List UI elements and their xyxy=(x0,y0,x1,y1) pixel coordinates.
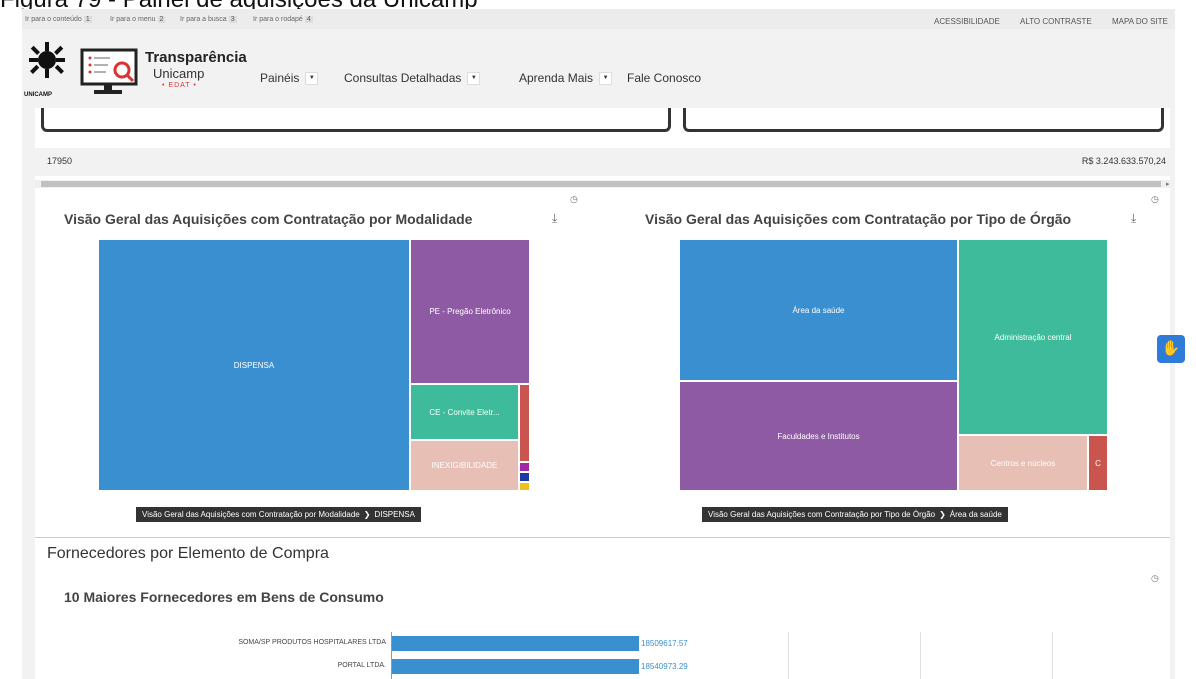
gridline xyxy=(920,632,921,679)
treemap-tile-small-yellow[interactable] xyxy=(519,482,530,491)
nav-fale-conosco[interactable]: Fale Conosco xyxy=(627,71,701,85)
chevron-down-icon: ▼ xyxy=(467,72,481,86)
treemap-tile-centros-nucleos[interactable]: Centros e núcleos xyxy=(958,435,1088,491)
horizontal-scrollbar[interactable] xyxy=(35,180,1170,188)
section-title: Fornecedores por Elemento de Compra xyxy=(47,545,329,562)
section-divider xyxy=(35,537,1170,538)
card-right-bottom xyxy=(683,108,1164,132)
gridline xyxy=(788,632,789,679)
chevron-right-icon: ❯ xyxy=(363,510,371,519)
nav-aprenda-mais[interactable]: Aprenda Mais ▼ xyxy=(519,71,613,86)
treemap-tile-faculdades[interactable]: Faculdades e Institutos xyxy=(679,381,958,491)
bar-label: PORTAL LTDA. xyxy=(337,662,386,669)
nav-paineis[interactable]: Painéis ▼ xyxy=(260,71,319,86)
monitor-magnifier-icon xyxy=(80,48,140,96)
summary-count: 17950 xyxy=(47,156,73,166)
clock-icon: ◷ xyxy=(1151,573,1159,583)
unicamp-logo-icon[interactable] xyxy=(28,41,66,79)
clock-icon: ◷ xyxy=(1151,194,1159,204)
high-contrast-link[interactable]: ALTO CONTRASTE xyxy=(1020,17,1092,26)
main-content: 17950 R$ 3.243.633.570,24 ◂ ▸ Visão Gera… xyxy=(35,108,1170,679)
bar-value-label: 18509617.57 xyxy=(641,639,688,648)
chart-title: 10 Maiores Fornecedores em Bens de Consu… xyxy=(64,589,384,605)
treemap-tile-administracao-central[interactable]: Administração central xyxy=(958,239,1108,435)
panel1-title: Visão Geral das Aquisições com Contrataç… xyxy=(64,211,473,227)
accessibility-bar: Ir para o conteúdo 1 Ir para o menu 2 Ir p… xyxy=(22,9,1175,29)
sitemap-link[interactable]: MAPA DO SITE xyxy=(1112,17,1168,26)
treemap-tile-area-saude[interactable]: Área da saúde xyxy=(679,239,958,381)
treemap-tile-inexigibilidade[interactable]: INEXIGIBILIDADE xyxy=(410,440,519,491)
unicamp-wordmark: UNICAMP xyxy=(24,92,52,98)
accessibility-link[interactable]: ACESSIBILIDADE xyxy=(934,17,1000,26)
skip-link-content[interactable]: Ir para o conteúdo 1 xyxy=(25,16,92,23)
site-subtitle: Unicamp xyxy=(153,66,205,81)
treemap-tile-convite[interactable]: CE - Convite Eletr... xyxy=(410,384,519,440)
summary-row: 17950 R$ 3.243.633.570,24 xyxy=(35,148,1170,176)
treemap-tile-dispensa[interactable]: DISPENSA xyxy=(98,239,410,491)
panel1-breadcrumb[interactable]: Visão Geral das Aquisições com Contrataç… xyxy=(136,507,421,522)
treemap-tile-small-red[interactable] xyxy=(519,384,530,462)
summary-total: R$ 3.243.633.570,24 xyxy=(1081,156,1166,166)
treemap-tile-small-magenta[interactable] xyxy=(519,462,530,472)
chevron-right-icon: ❯ xyxy=(939,510,946,519)
skip-link-footer[interactable]: Ir para o rodapé 4 xyxy=(253,16,313,23)
card-left-bottom xyxy=(41,108,671,132)
chevron-down-icon: ▼ xyxy=(599,72,613,86)
download-icon[interactable]: ⤓ xyxy=(1131,211,1136,226)
nav-consultas-detalhadas[interactable]: Consultas Detalhadas ▼ xyxy=(344,71,481,86)
clock-icon: ◷ xyxy=(570,194,578,204)
download-icon[interactable]: ⤓ xyxy=(552,211,557,226)
skip-link-search[interactable]: Ir para a busca 3 xyxy=(180,16,237,23)
treemap-tile-pregao[interactable]: PE - Pregão Eletrônico xyxy=(410,239,530,384)
bar-value-label: 18540973.29 xyxy=(641,662,688,671)
treemap-tile-small-navy[interactable] xyxy=(519,472,530,482)
treemap-tile-c[interactable]: C xyxy=(1088,435,1108,491)
skip-link-menu[interactable]: Ir para o menu 2 xyxy=(110,16,166,23)
bar[interactable] xyxy=(392,636,639,651)
site-header: UNICAMP Transparência Unicamp • EDAT • P… xyxy=(22,29,1175,117)
bar-label: SOMA/SP PRODUTOS HOSPITALARES LTDA xyxy=(238,639,386,646)
sign-language-icon[interactable]: ✋ xyxy=(1157,335,1185,363)
scroll-right-icon[interactable]: ▸ xyxy=(1166,180,1170,188)
chevron-down-icon: ▼ xyxy=(305,72,319,86)
gridline xyxy=(1052,632,1053,679)
site-title: Transparência xyxy=(145,49,247,66)
bar[interactable] xyxy=(392,659,639,674)
panel2-breadcrumb[interactable]: Visão Geral das Aquisições com Contrataç… xyxy=(702,507,1008,522)
edat-label: • EDAT • xyxy=(162,82,197,89)
panel2-title: Visão Geral das Aquisições com Contrataç… xyxy=(645,211,1072,227)
scrollbar-thumb[interactable] xyxy=(41,181,1161,187)
